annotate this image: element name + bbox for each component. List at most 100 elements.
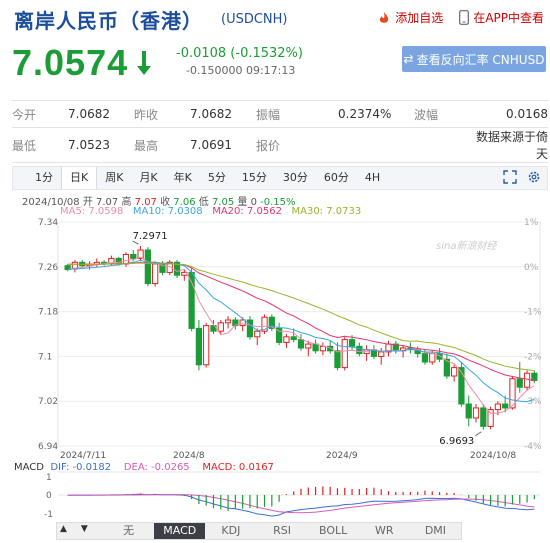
tab-4h[interactable]: 4H <box>357 167 388 189</box>
ma20-line <box>67 261 535 382</box>
price-block: 7.0574 <box>12 42 152 84</box>
candle <box>297 339 305 349</box>
add-watch-button[interactable]: 添加自选 <box>377 9 443 26</box>
candle <box>472 407 480 419</box>
candle <box>130 253 137 259</box>
pct-tick-label: 0% <box>524 263 539 273</box>
pct-tick-label: -2% <box>524 352 542 362</box>
tab-rsi[interactable]: RSI <box>256 523 307 539</box>
candle <box>319 345 327 352</box>
pct-tick-label: -3% <box>524 397 542 407</box>
stat-value: 7.0691 <box>190 127 256 163</box>
period-tabs: 1分 日K 周K 月K 年K 5分 15分 30分 60分 4H <box>12 166 548 190</box>
tab-5min[interactable]: 5分 <box>200 167 234 189</box>
x-tick-label: 2024/8 <box>173 451 205 461</box>
x-tick-label: 2024/10/8 <box>470 451 516 461</box>
pct-tick-label: -4% <box>524 442 542 452</box>
y-tick-label: 7.1 <box>38 352 52 362</box>
arrow-up-icon[interactable]: ▲ <box>60 524 67 534</box>
tab-15min[interactable]: 15分 <box>234 167 275 189</box>
stat-label <box>414 127 474 163</box>
tab-kdj[interactable]: KDJ <box>205 523 256 539</box>
y-tick-label: 7.34 <box>38 218 58 228</box>
candle <box>312 343 319 352</box>
y-tick-label: 6.94 <box>38 442 58 452</box>
candle <box>378 351 385 357</box>
tab-weekly[interactable]: 周K <box>97 167 131 189</box>
stat-value: 7.0523 <box>68 127 134 163</box>
candle <box>531 372 538 381</box>
candle <box>487 409 494 427</box>
macd-value: MACD: 0.0167 <box>202 462 274 473</box>
candle <box>429 353 436 363</box>
stat-label: 最低 <box>12 127 68 163</box>
symbol-code: (USDCNH) <box>221 11 288 27</box>
min-pointer <box>475 431 482 437</box>
macd-legend: MACD DIF: -0.0182 DEA: -0.0265 MACD: 0.0… <box>14 462 274 473</box>
tab-30min[interactable]: 30分 <box>275 167 316 189</box>
stat-label: 波幅 <box>414 100 474 128</box>
candle <box>494 403 502 411</box>
candle <box>341 339 348 369</box>
tab-monthly[interactable]: 月K <box>131 167 165 189</box>
x-tick-label: 2024/7/11 <box>60 451 106 461</box>
tab-boll[interactable]: BOLL <box>308 523 359 539</box>
indicator-arrows: ▲ ▼ <box>60 524 102 534</box>
stat-label: 报价 <box>256 127 338 163</box>
stat-value: 7.0682 <box>190 100 256 128</box>
macd-tick-label: 0 <box>46 491 52 501</box>
macd-tick-label: -1 <box>44 510 53 520</box>
tab-yearly[interactable]: 年K <box>166 167 200 189</box>
candle <box>224 319 232 324</box>
add-watch-label: 添加自选 <box>395 11 444 25</box>
stat-value <box>338 127 414 163</box>
candle <box>217 322 224 332</box>
candle <box>246 319 254 338</box>
candle <box>480 407 487 427</box>
swap-icon: ⇄ <box>403 52 414 66</box>
fullscreen-icon[interactable] <box>503 170 517 187</box>
watermark: sina新浪财经 <box>436 240 497 252</box>
stat-label: 振幅 <box>256 100 338 128</box>
indicator-tabs: 无 MACD KDJ RSI BOLL WR DMI <box>56 522 462 540</box>
candle <box>115 257 122 265</box>
pct-tick-label: -1% <box>524 308 542 318</box>
stats-row: 今开 7.0682 昨收 7.0682 振幅 0.2374% 波幅 0.0168 <box>12 100 548 128</box>
header: 离岸人民币（香港） (USDCNH) <box>14 6 288 33</box>
arrow-down-icon[interactable]: ▼ <box>81 524 88 534</box>
candle <box>523 372 531 388</box>
reverse-rate-label: 查看反向汇率 CNHUSD <box>416 52 545 67</box>
candle <box>421 353 429 363</box>
stat-value: 0.2374% <box>338 100 414 128</box>
min-label: 6.9693 <box>439 436 474 447</box>
tab-macd[interactable]: MACD <box>154 523 206 539</box>
candle <box>122 253 130 265</box>
y-tick-label: 7.02 <box>38 397 58 407</box>
macd-name: MACD <box>14 462 44 473</box>
stat-label: 昨收 <box>134 100 190 128</box>
down-arrow-icon <box>137 51 152 75</box>
bid-time-line: -0.150000 09:17:13 <box>186 64 296 77</box>
chart-tools <box>493 170 541 187</box>
settings-icon[interactable] <box>527 170 541 187</box>
tab-1min[interactable]: 1分 <box>13 167 61 189</box>
macd-dea: DEA: -0.0265 <box>123 462 190 473</box>
candlestick-chart[interactable]: 7.34 7.26 7.18 7.1 7.02 6.94 1% 0% -1% -2% -3% -4% 2… <box>0 216 550 522</box>
candle <box>290 336 297 341</box>
tab-wr[interactable]: WR <box>359 523 410 539</box>
tab-daily[interactable]: 日K <box>61 167 98 189</box>
stat-label: 今开 <box>12 100 68 128</box>
ma30-line <box>67 262 535 372</box>
reverse-rate-button[interactable]: ⇄ 查看反向汇率 CNHUSD <box>402 46 546 72</box>
tab-dmi[interactable]: DMI <box>410 523 461 539</box>
candle <box>195 327 203 366</box>
header-actions: 添加自选 在APP中查看 <box>361 9 544 26</box>
tab-none[interactable]: 无 <box>103 523 154 539</box>
candle <box>334 350 341 369</box>
candle <box>203 325 210 366</box>
macd-dif: DIF: -0.0182 <box>50 462 112 473</box>
view-in-app-button[interactable]: 在APP中查看 <box>459 9 544 26</box>
tab-60min[interactable]: 60分 <box>316 167 357 189</box>
max-label: 7.2971 <box>133 231 168 242</box>
candle <box>451 367 458 377</box>
